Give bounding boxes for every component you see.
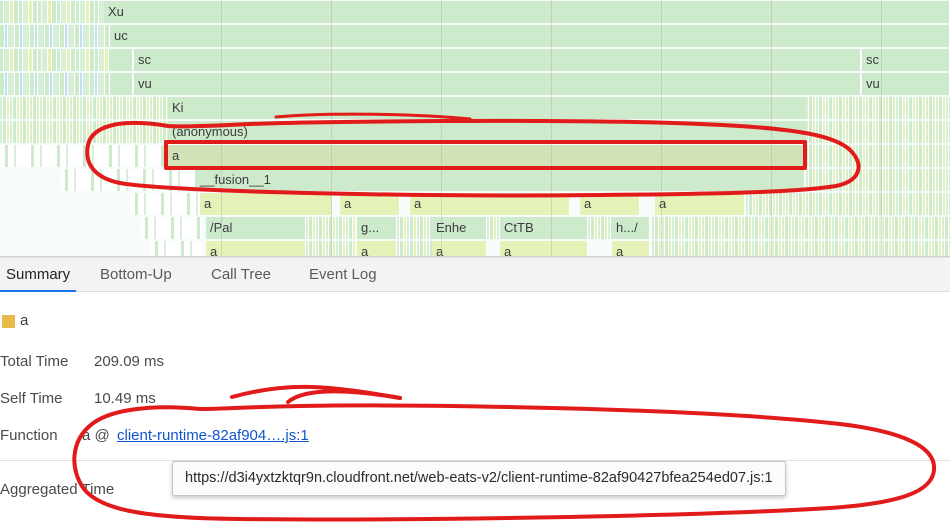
flame-block-h[interactable]: h.../ bbox=[612, 217, 650, 239]
color-swatch bbox=[2, 315, 15, 328]
flame-chart[interactable]: Xu uc sc sc vu vu Ki (anonymous) a __fusion__1 a a a… bbox=[0, 0, 950, 256]
tab-summary[interactable]: Summary bbox=[0, 258, 77, 292]
flame-micro-strip bbox=[0, 49, 110, 71]
flame-block-vu[interactable]: vu bbox=[862, 73, 950, 95]
flame-micro-strip bbox=[0, 145, 168, 167]
tab-event-log[interactable]: Event Log bbox=[303, 258, 383, 292]
flame-row: Xu bbox=[0, 0, 950, 24]
flame-micro-strip bbox=[806, 169, 950, 191]
flame-micro-strip bbox=[0, 73, 110, 95]
flame-block-g[interactable]: g... bbox=[357, 217, 397, 239]
flame-block-a[interactable]: a bbox=[410, 193, 570, 215]
flame-block-cttb[interactable]: CtTB bbox=[500, 217, 588, 239]
function-source-link[interactable]: client-runtime-82af904….js:1 bbox=[117, 427, 309, 444]
flame-micro-strip bbox=[652, 217, 950, 239]
flame-row: vu vu bbox=[0, 72, 950, 96]
flame-micro-strip bbox=[588, 217, 612, 239]
flame-block-a[interactable]: a bbox=[612, 241, 650, 256]
flame-row: uc bbox=[0, 24, 950, 48]
details-tabbar: Summary Bottom-Up Call Tree Event Log bbox=[0, 258, 950, 292]
self-time-label: Self Time bbox=[0, 390, 63, 407]
flame-block-uc[interactable]: uc bbox=[110, 25, 950, 47]
total-time-label: Total Time bbox=[0, 353, 69, 370]
flame-micro-strip bbox=[0, 25, 110, 47]
flame-gridline bbox=[771, 0, 772, 256]
flame-block-sc[interactable]: sc bbox=[134, 49, 861, 71]
flame-block-sc[interactable]: sc bbox=[862, 49, 950, 71]
flame-micro-strip bbox=[130, 193, 200, 215]
flame-block[interactable] bbox=[110, 49, 133, 71]
flame-micro-strip bbox=[652, 241, 950, 256]
flame-gridline bbox=[881, 0, 882, 256]
flame-gridline bbox=[661, 0, 662, 256]
flame-gridline bbox=[221, 0, 222, 256]
flame-block-fusion-1[interactable]: __fusion__1 bbox=[196, 169, 805, 191]
flame-micro-strip bbox=[0, 121, 168, 143]
flame-micro-strip bbox=[0, 1, 104, 23]
flame-block-a[interactable]: a bbox=[200, 193, 333, 215]
flame-micro-strip bbox=[806, 121, 950, 143]
aggregated-time-label: Aggregated Time bbox=[0, 481, 115, 498]
flame-block-xu[interactable]: Xu bbox=[104, 1, 950, 23]
flame-block-a[interactable]: a bbox=[580, 193, 640, 215]
flame-gridline bbox=[441, 0, 442, 256]
flame-block-a[interactable]: a bbox=[168, 145, 805, 167]
flame-micro-strip bbox=[806, 97, 950, 119]
link-url-tooltip: https://d3i4yxtzktqr9n.cloudfront.net/we… bbox=[172, 461, 786, 496]
flame-block-a[interactable]: a bbox=[357, 241, 397, 256]
flame-block[interactable] bbox=[110, 73, 133, 95]
flame-micro-strip bbox=[60, 169, 196, 191]
function-label: Function bbox=[0, 427, 58, 444]
flame-micro-strip bbox=[397, 217, 432, 239]
performance-profiler-window: Xu uc sc sc vu vu Ki (anonymous) a __fusion__1 a a a… bbox=[0, 0, 950, 524]
tab-call-tree[interactable]: Call Tree bbox=[205, 258, 277, 292]
function-value: a @ bbox=[82, 427, 110, 444]
tab-bottom-up[interactable]: Bottom-Up bbox=[94, 258, 178, 292]
flame-micro-strip bbox=[806, 145, 950, 167]
flame-micro-strip bbox=[487, 217, 500, 239]
flame-block-vu[interactable]: vu bbox=[134, 73, 861, 95]
flame-block-anonymous[interactable]: (anonymous) bbox=[168, 121, 858, 143]
flame-micro-strip bbox=[397, 241, 432, 256]
flame-block-a[interactable]: a bbox=[340, 193, 400, 215]
flame-row: sc sc bbox=[0, 48, 950, 72]
flame-block-ki[interactable]: Ki bbox=[168, 97, 858, 119]
flame-micro-strip bbox=[0, 97, 168, 119]
total-time-value: 209.09 ms bbox=[94, 353, 165, 370]
flame-micro-strip bbox=[140, 217, 202, 239]
flame-micro-strip bbox=[150, 241, 202, 256]
flame-block-a[interactable]: a bbox=[500, 241, 588, 256]
selected-node-name: a bbox=[20, 312, 29, 329]
self-time-value: 10.49 ms bbox=[94, 390, 156, 407]
flame-gridline bbox=[331, 0, 332, 256]
flame-block-a[interactable]: a bbox=[655, 193, 745, 215]
flame-gridline bbox=[551, 0, 552, 256]
flame-micro-strip bbox=[746, 193, 950, 215]
